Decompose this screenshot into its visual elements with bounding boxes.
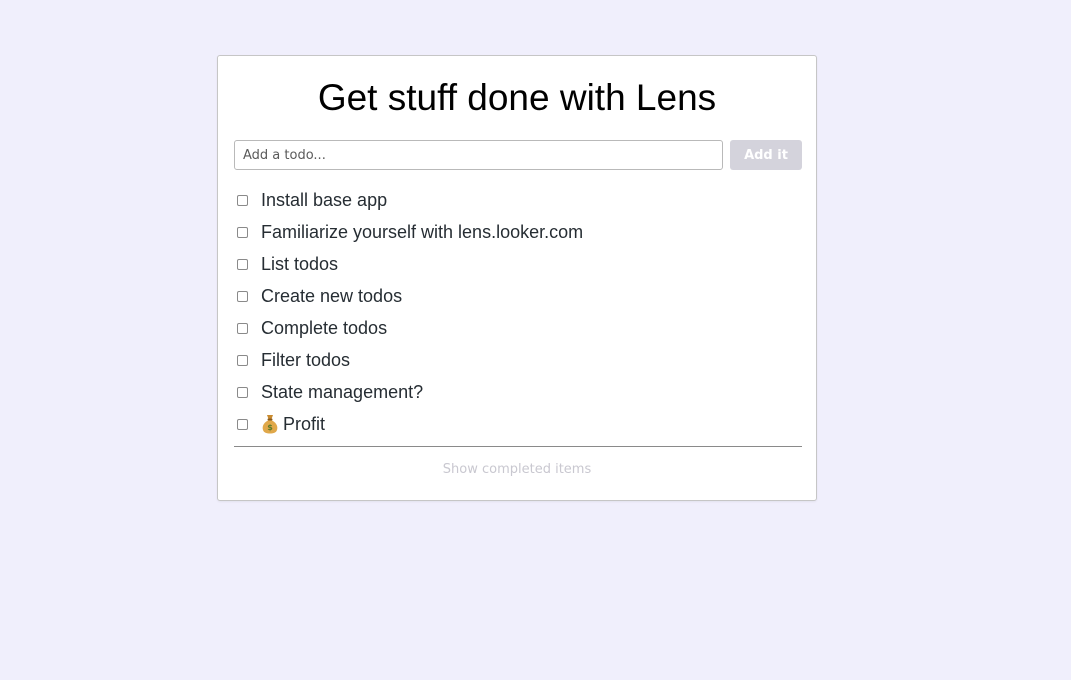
todo-card: Get stuff done with Lens Add it Install …	[217, 55, 817, 501]
add-it-button[interactable]: Add it	[730, 140, 802, 170]
todo-item: State management?	[234, 376, 802, 408]
todo-checkbox[interactable]	[237, 290, 248, 302]
todo-item: Create new todos	[234, 280, 802, 312]
todo-label: State management?	[261, 381, 424, 402]
todo-item: Install base app	[234, 184, 802, 216]
todo-checkbox[interactable]	[237, 258, 248, 270]
todo-label: Familiarize yourself with lens.looker.co…	[261, 221, 584, 242]
todo-label: Complete todos	[261, 317, 388, 338]
todo-item: Familiarize yourself with lens.looker.co…	[234, 216, 802, 248]
todo-checkbox[interactable]	[237, 386, 248, 398]
todo-item: Filter todos	[234, 344, 802, 376]
show-completed-toggle[interactable]: Show completed items	[218, 462, 816, 477]
todo-checkbox[interactable]	[237, 418, 248, 430]
todo-item: $ Profit	[234, 408, 802, 440]
add-todo-input[interactable]	[234, 140, 723, 170]
svg-text:$: $	[267, 423, 273, 432]
page-title: Get stuff done with Lens	[317, 77, 717, 118]
todo-list: Install base app Familiarize yourself wi…	[234, 184, 802, 440]
todo-checkbox[interactable]	[237, 226, 248, 238]
money-bag-icon: $	[261, 414, 279, 434]
todo-checkbox[interactable]	[237, 322, 248, 334]
todo-checkbox[interactable]	[237, 194, 248, 206]
divider	[234, 446, 802, 447]
todo-label: Create new todos	[261, 285, 403, 306]
todo-label: List todos	[261, 253, 339, 274]
todo-label: Filter todos	[261, 349, 351, 370]
todo-checkbox[interactable]	[237, 354, 248, 366]
todo-label: Install base app	[261, 189, 388, 210]
todo-item: List todos	[234, 248, 802, 280]
todo-label: Profit	[283, 413, 326, 434]
todo-item: Complete todos	[234, 312, 802, 344]
